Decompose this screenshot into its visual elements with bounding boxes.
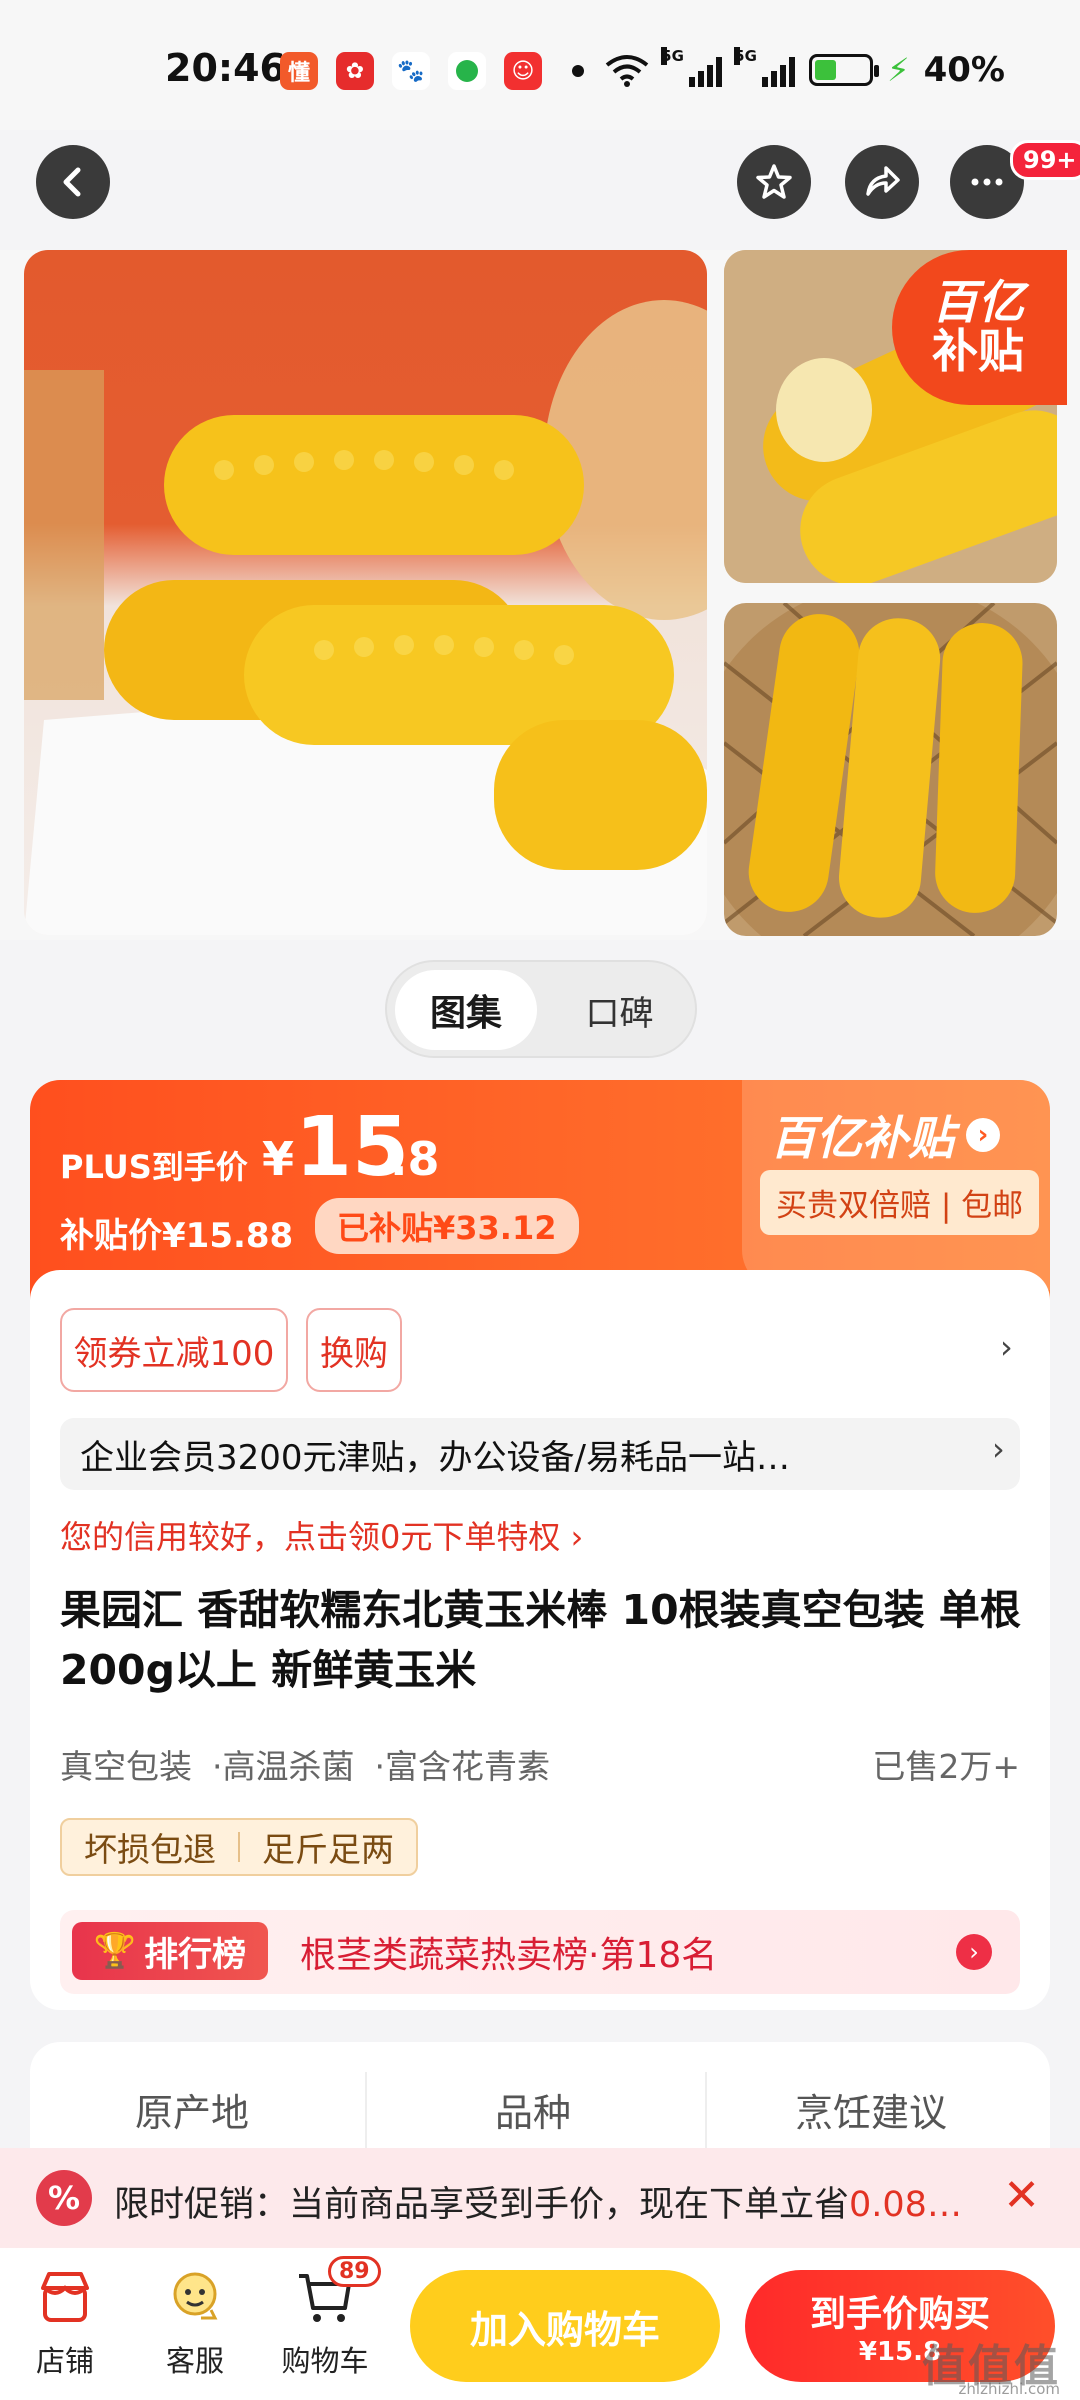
attribute-cooking[interactable]: 烹饪建议 [795,2082,947,2137]
chevron-right-icon: › [966,1118,1000,1152]
service-tags: 买贵双倍赔 | 包邮 [760,1170,1040,1235]
status-bar: 20:46 懂 ✿ 🐾 ☺ 5G 5G ⚡ 40% [0,0,1080,130]
subsidy-corner-tag: 百亿 补贴 [892,250,1067,405]
customer-service-button[interactable]: 客服 [140,2266,250,2380]
subsidy-price: 补贴价¥15.88 [60,1216,294,1256]
favorite-button[interactable] [737,145,811,219]
attribute-origin[interactable]: 原产地 [135,2082,249,2137]
product-image-thumb-2[interactable] [724,603,1057,936]
status-dot [572,65,584,77]
tab-gallery[interactable]: 图集 [395,970,537,1050]
price-decimal: .8 [390,1132,440,1186]
app-icon-festival: ✿ [336,52,374,90]
product-image-main[interactable] [24,250,707,935]
tab-reviews[interactable]: 口碑 [552,970,687,1050]
sold-count: 已售2万+ [872,1747,1020,1786]
close-icon[interactable]: ✕ [1003,2170,1040,2221]
subsidized-amount: 已补贴¥33.12 [315,1198,579,1254]
percent-icon: % [36,2170,92,2226]
ranking-badge: 🏆 排行榜 [72,1922,268,1980]
price-currency: ¥ [262,1132,295,1186]
charging-icon: ⚡ [887,51,910,89]
feature-item: ·高温杀菌 [212,1747,355,1786]
promo-text: 限时促销：当前商品享受到手价，现在下单立省0.08… [114,2185,962,2225]
cart-button[interactable]: 购物车 89 [270,2256,381,2380]
more-icon [971,178,1003,186]
guarantee-tags[interactable]: 坏损包退 足斤足两 [60,1818,418,1876]
share-icon [866,166,900,196]
add-to-cart-button[interactable]: 加入购物车 [410,2270,720,2382]
coupon-chevron-icon[interactable]: › [1000,1328,1013,1366]
enterprise-chevron-icon: › [992,1430,1005,1468]
battery-icon [809,54,880,86]
status-right: 5G 5G ⚡ 40% [605,47,1005,90]
app-icon-red: 懂 [280,52,318,90]
store-button[interactable]: 店铺 [10,2266,120,2380]
ranking-chevron-icon: › [956,1934,992,1970]
subsidy-brand-link[interactable]: 百亿补贴 › [770,1102,1000,1168]
gallery-view-toggle: 图集 口碑 [385,960,697,1058]
service-icon [173,2272,218,2320]
coupon-button[interactable]: 领券立减100 [60,1308,288,1392]
back-icon [63,167,81,197]
attribute-variety[interactable]: 品种 [495,2082,571,2137]
credit-privilege-link[interactable]: 您的信用较好，点击领0元下单特权 › [60,1512,583,1558]
corn-thumb-2 [724,603,1057,936]
wifi-icon [605,55,649,87]
app-icon-mascot: ☺ [504,52,542,90]
guarantee-item: 坏损包退 [84,1830,216,1869]
notification-badge: 99+ [1010,140,1080,180]
paw-icon: 🐾 [392,52,430,90]
cart-count-badge: 89 [328,2256,381,2287]
status-app-icons: 懂 ✿ 🐾 ☺ [280,52,584,90]
guarantee-item: 足斤足两 [262,1830,394,1869]
trophy-icon: 🏆 [93,1931,137,1971]
star-icon [756,164,792,199]
promo-bar[interactable]: % 限时促销：当前商品享受到手价，现在下单立省0.08… ✕ [0,2148,1080,2248]
signal-icon: 5G [661,47,723,87]
watermark-site: zhizhizhi.com [958,2380,1060,2398]
plus-price-label: PLUS到手价 [60,1148,248,1186]
share-button[interactable] [845,145,919,219]
product-features: 真空包装 ·高温杀菌 ·富含花青素 [60,1740,550,1788]
feature-item: 真空包装 [60,1747,192,1786]
exchange-button[interactable]: 换购 [306,1308,402,1392]
ranking-text: 根茎类蔬菜热卖榜·第18名 [300,1935,718,1976]
green-dot-icon [448,52,486,90]
product-info-card: 领券立减100 换购 › 企业会员3200元津贴，办公设备/易耗品一站… › 您… [30,1270,1050,2010]
bottom-action-bar: 店铺 客服 购物车 89 加入购物车 到手价购买 ¥15.8 [0,2248,1080,2400]
ranking-bar[interactable]: 🏆 排行榜 根茎类蔬菜热卖榜·第18名 › [60,1910,1020,1994]
status-time: 20:46 [165,46,286,90]
product-title: 果园汇 香甜软糯东北黄玉米棒 10根装真空包装 单根200g以上 新鲜黄玉米 [60,1586,1021,1694]
back-button[interactable] [36,145,110,219]
corn-illustration [24,300,707,935]
battery-percent: 40% [923,50,1005,90]
store-icon [41,2272,89,2322]
enterprise-member-bar[interactable]: 企业会员3200元津贴，办公设备/易耗品一站… [60,1418,1020,1490]
feature-item: ·富含花青素 [374,1747,551,1786]
signal-icon-2: 5G [734,47,796,87]
